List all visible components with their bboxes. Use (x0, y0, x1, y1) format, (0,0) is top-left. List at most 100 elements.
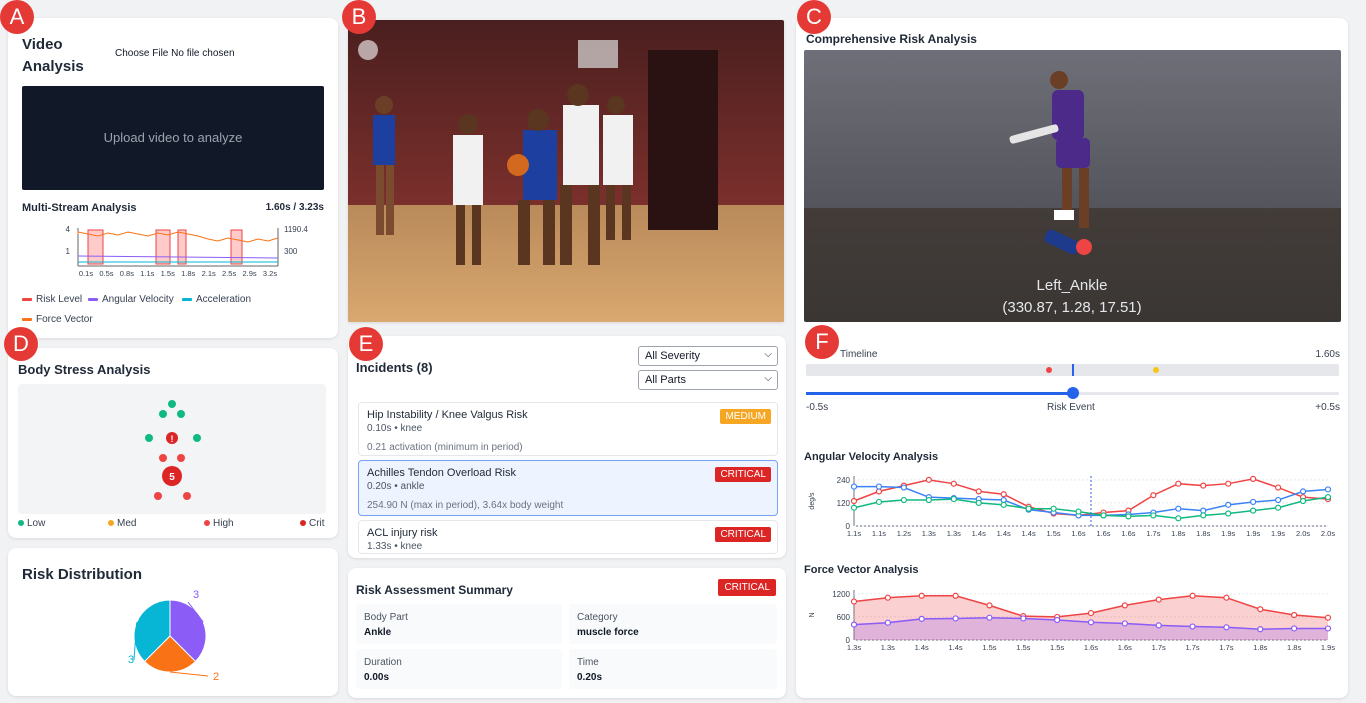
stress-legend-dot (300, 520, 306, 527)
slider-max-label: +0.5s (1315, 402, 1340, 413)
data-point (1223, 624, 1230, 631)
timeline-playhead[interactable] (1072, 364, 1074, 376)
pie-slice-label: 3 (193, 589, 199, 601)
legend-swatch (22, 317, 32, 321)
risk-summary-card: Risk Assessment Summary CRITICAL Body Pa… (348, 568, 786, 698)
data-point (900, 484, 907, 491)
player-blue-1 (373, 96, 395, 235)
data-point (1175, 515, 1182, 522)
data-point (1257, 626, 1264, 633)
badge-d: D (4, 327, 38, 361)
data-point (1275, 504, 1282, 511)
timeline-track[interactable] (806, 364, 1339, 376)
legend-item: Acceleration (182, 294, 251, 305)
data-point (1075, 508, 1082, 515)
body-stress-canvas: ! 5 (18, 384, 326, 514)
data-point (1250, 507, 1257, 514)
joint-marker (168, 400, 176, 408)
x-tick-label: 1.3s (881, 643, 895, 652)
choose-file-button[interactable]: Choose File (115, 48, 168, 59)
severity-badge: CRITICAL (715, 527, 771, 542)
data-point (1324, 625, 1332, 632)
data-point (1020, 615, 1027, 622)
event-marker-medium[interactable] (1153, 367, 1159, 373)
risk-summary-title: Risk Assessment Summary (356, 583, 513, 597)
data-point (1121, 602, 1128, 609)
data-point (850, 598, 858, 605)
data-point (1100, 512, 1107, 519)
risk-pie-chart: 3 2 3 (128, 589, 219, 683)
data-point (1189, 623, 1196, 630)
3d-viewer[interactable]: Left_Ankle (330.87, 1.28, 17.51) (804, 50, 1341, 322)
data-point (900, 496, 907, 504)
stress-legend-dot (18, 520, 24, 527)
slider-thumb[interactable] (1066, 387, 1079, 399)
x-tick-label: 1.6s (1071, 529, 1085, 538)
legend-swatch (182, 297, 192, 301)
data-point (1275, 484, 1282, 491)
joint-marker (183, 492, 191, 500)
data-point (850, 497, 858, 505)
legend-swatch (22, 297, 32, 301)
x-tick-label: 1.8s (181, 269, 195, 278)
data-point (1223, 594, 1230, 601)
risk-level-pulse (230, 229, 243, 265)
x-tick-label: 1.3s (847, 643, 861, 652)
critical-count-label: 5 (169, 472, 175, 483)
incidents-card: Incidents (8) All Severity ⌵ All Parts ⌵ H… (348, 336, 786, 558)
badge-e: E (349, 327, 383, 361)
body-stress-title: Body Stress Analysis (18, 362, 151, 377)
file-picker[interactable]: Choose File No file chosen (115, 48, 235, 59)
x-tick-label: 1.3s (947, 529, 961, 538)
parts-filter[interactable]: All Parts ⌵ (638, 370, 778, 390)
x-tick-label: 1.8s (1196, 529, 1210, 538)
slider-fill (806, 392, 1073, 395)
event-marker-high[interactable] (1046, 367, 1052, 373)
data-point (1050, 505, 1057, 512)
x-tick-label: 1.6s (1121, 529, 1135, 538)
body-stress-card: Body Stress Analysis ! 5 Low Med High Crit (8, 348, 338, 538)
timeline-title: Timeline (840, 349, 878, 360)
joint-name: Left_Ankle (1037, 277, 1108, 294)
data-point (1155, 622, 1162, 629)
incident-item[interactable]: ACL injury risk 1.33s • knee CRITICAL (358, 520, 778, 554)
risk-level-pulse (177, 229, 187, 265)
incident-item[interactable]: Hip Instability / Knee Valgus Risk 0.10s… (358, 402, 778, 456)
stress-legend-label: High (213, 518, 234, 529)
data-point (1000, 501, 1007, 508)
data-point (975, 499, 982, 507)
data-point (1324, 614, 1332, 621)
data-point (975, 488, 982, 495)
pie-slice-label: 2 (213, 671, 219, 683)
incident-item-selected[interactable]: Achilles Tendon Overload Risk 0.20s • an… (358, 460, 778, 516)
summary-category: Category muscle force (569, 604, 777, 644)
severity-filter[interactable]: All Severity ⌵ (638, 346, 778, 366)
severity-badge: CRITICAL (715, 467, 771, 482)
x-tick-label: 1.5s (161, 269, 175, 278)
data-point (1150, 492, 1157, 499)
data-point (950, 480, 957, 487)
risk-distribution-card: Risk Distribution 323 (8, 548, 338, 696)
legend-item: Risk Level (22, 294, 82, 305)
x-tick-label: 1.9s (1221, 529, 1235, 538)
badge-a: A (0, 0, 34, 34)
x-tick-label: 1.4s (1022, 529, 1036, 538)
risk-window-slider[interactable] (806, 387, 1339, 399)
data-point (918, 592, 925, 599)
data-point (1200, 482, 1207, 489)
legend-label: Angular Velocity (102, 294, 174, 305)
data-point (986, 614, 993, 621)
upload-dropzone[interactable]: Upload video to analyze (22, 86, 324, 190)
x-tick-label: 1.8s (1287, 643, 1301, 652)
data-point (918, 615, 925, 622)
data-point (1275, 496, 1282, 504)
legend-swatch (88, 297, 98, 301)
multistream-title: Multi-Stream Analysis (22, 202, 137, 214)
y-tick-label: 120 (837, 499, 851, 508)
x-tick-label: 1.5s (982, 643, 996, 652)
basketball-video-frame (348, 20, 784, 322)
video-player[interactable] (348, 20, 784, 322)
multistream-chart: 4 1 1190.4 300 0.1s 0.5s 0.8s 1.1s 1.5s 1.8s 2.1s 2… (66, 225, 309, 278)
data-point (1225, 510, 1232, 517)
x-tick-label: 1.6s (1084, 643, 1098, 652)
